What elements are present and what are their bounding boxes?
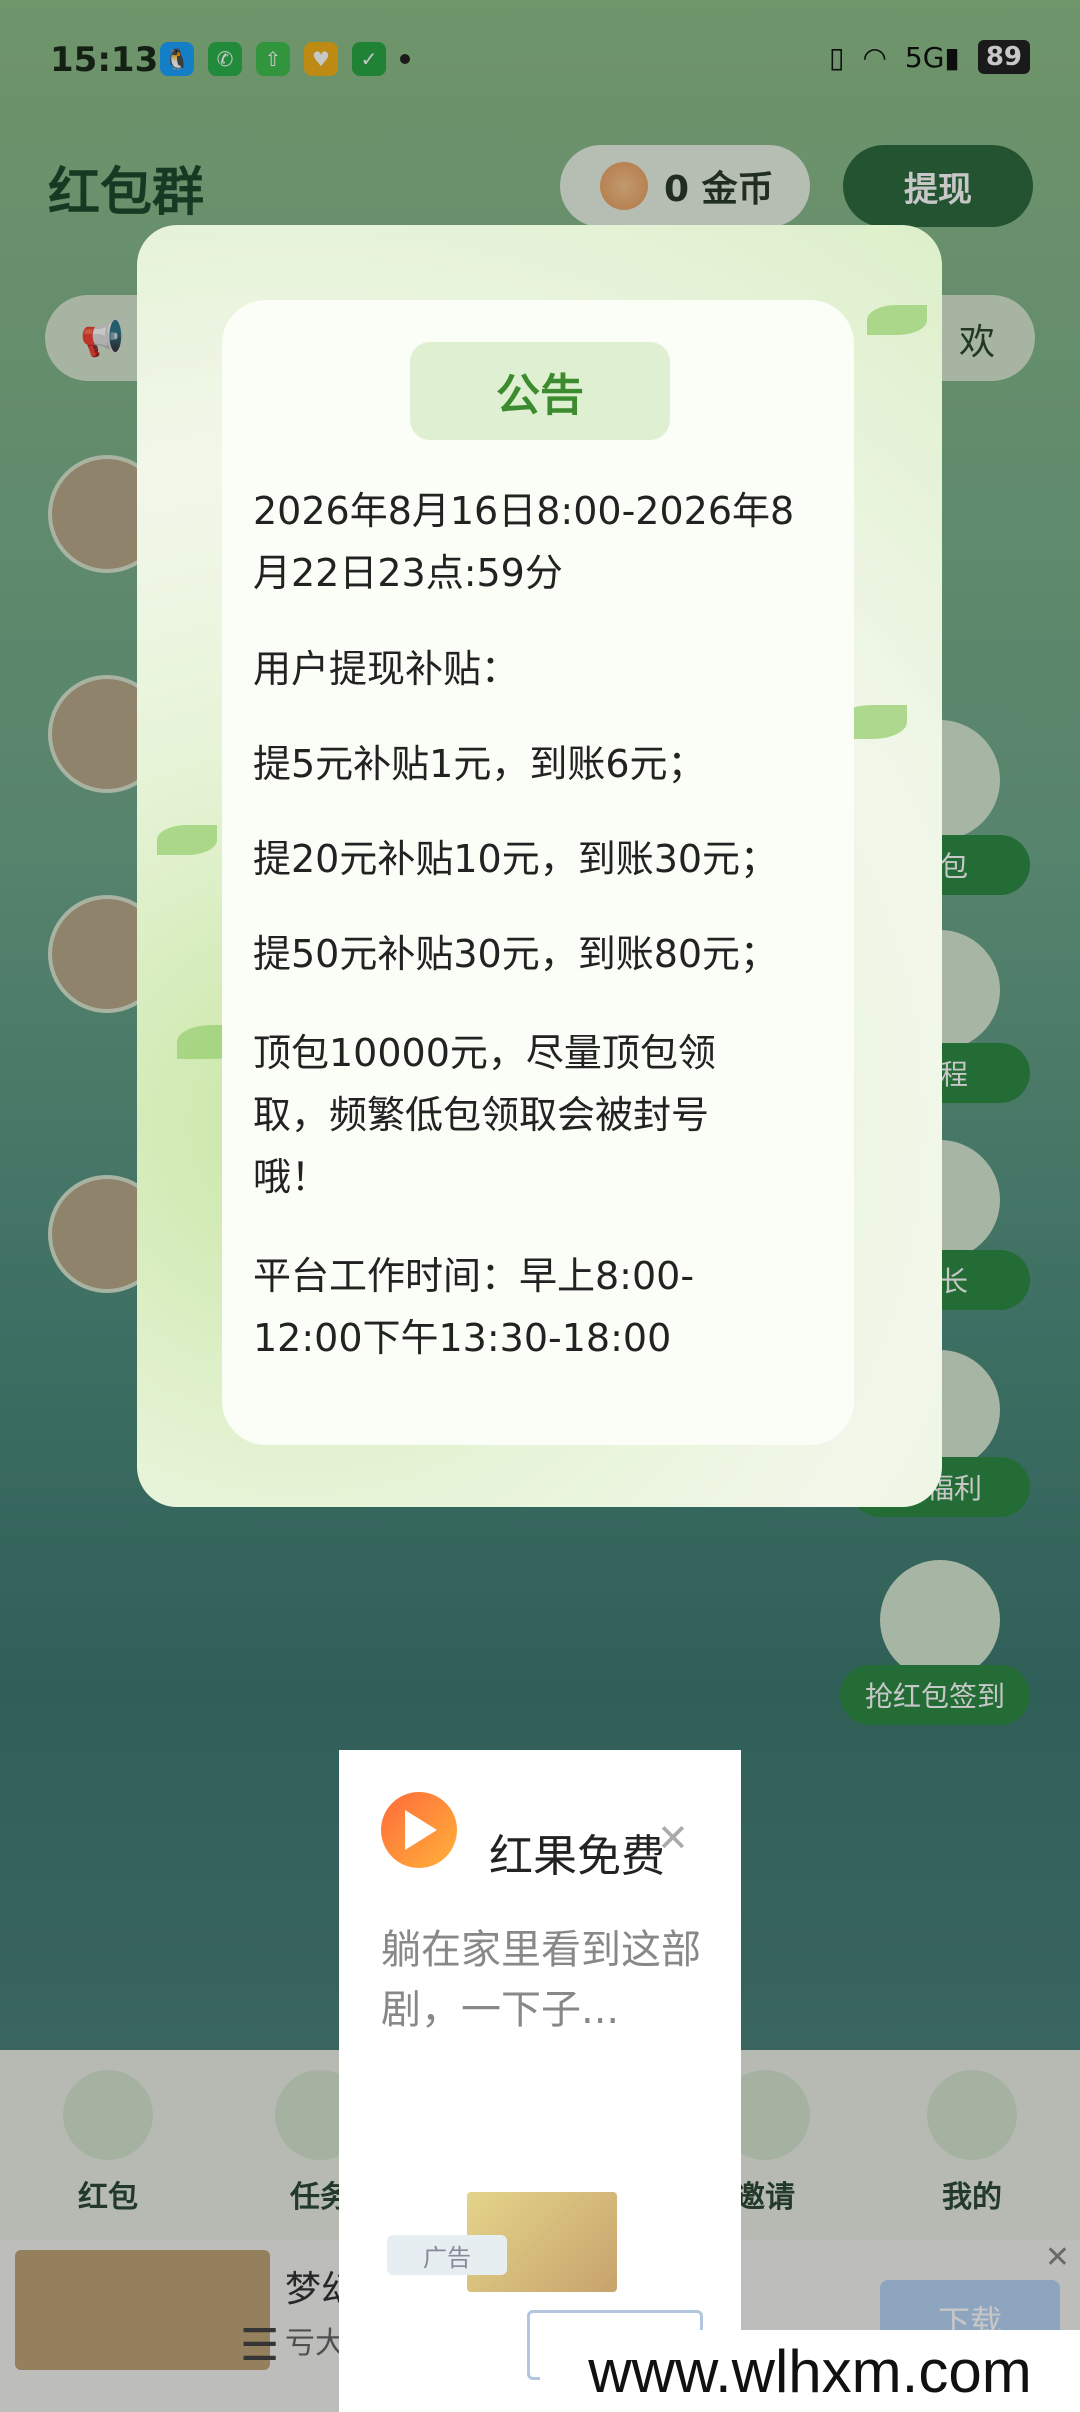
announcement-line: 用户提现补贴： [253,647,520,691]
ad-app-name: 红果免费 [489,1831,665,1882]
announcement-warning: 顶包10000元，尽量顶包领取，频繁低包领取会被封号哦！ [253,1031,716,1199]
play-icon [405,1810,437,1850]
ad-tag: 广告 [387,2235,507,2275]
floating-ad[interactable]: 红果免费 ✕ 躺在家里看到这部剧，一下子... 广告 下载试试 [339,1750,741,2412]
close-icon[interactable]: ✕ [657,1816,689,1860]
leaf-decoration [157,825,217,855]
announcement-line: 提5元补贴1元，到账6元； [253,742,706,786]
leaf-decoration [867,305,927,335]
modal-title: 公告 [410,342,670,440]
announcement-date: 2026年8月16日8:00-2026年8月22日23点:59分 [253,489,795,595]
ad-description: 躺在家里看到这部剧，一下子... [381,1927,701,2033]
announcement-line: 提50元补贴30元，到账80元； [253,932,779,976]
watermark: www.wlhxm.com [540,2330,1080,2412]
announcement-line: 提20元补贴10元，到账30元； [253,837,779,881]
working-hours: 平台工作时间：早上8:00-12:00下午13:30-18:00 [253,1254,695,1360]
